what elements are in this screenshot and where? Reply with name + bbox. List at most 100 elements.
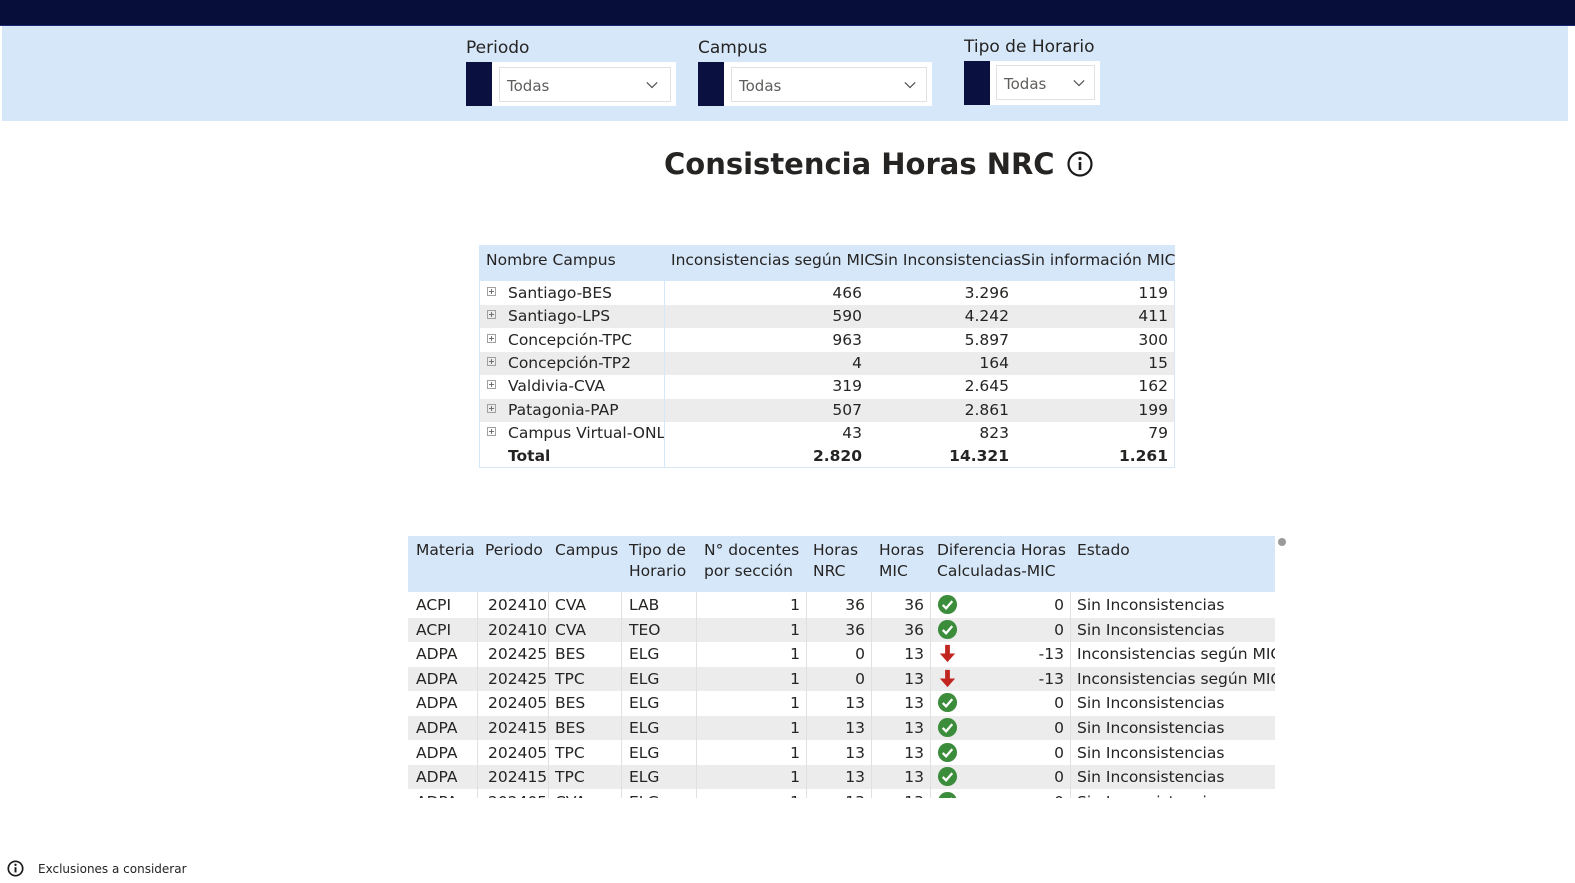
horas-mic-cell: 36 xyxy=(904,620,924,639)
slicer-campus: Campus Todas xyxy=(698,38,932,108)
tipo-cell: ELG xyxy=(629,694,660,713)
column-header[interactable]: Tipo de Horario xyxy=(629,540,699,582)
value-cell: 14.321 xyxy=(949,447,1009,466)
campus-cell: TPC xyxy=(555,743,585,762)
expand-icon[interactable] xyxy=(487,403,496,413)
materia-cell: ADPA xyxy=(416,719,458,737)
campus-name: Santiago-BES xyxy=(508,284,612,302)
diferencia-cell: 0 xyxy=(1054,694,1064,713)
materia-cell: ADPA xyxy=(416,694,458,713)
slicer-accent xyxy=(698,62,724,106)
column-divider xyxy=(664,281,665,468)
matrix-row: Santiago-BES 466 3.296 119 xyxy=(479,282,1175,305)
periodo-dropdown[interactable]: Todas xyxy=(499,67,671,102)
column-divider xyxy=(696,592,697,798)
column-header[interactable]: Inconsistencias según MIC xyxy=(671,251,875,269)
campus-name: Campus Virtual-ONL xyxy=(508,423,666,442)
tipo-cell: ELG xyxy=(629,669,660,688)
value-cell: 4.242 xyxy=(964,307,1009,326)
check-icon xyxy=(937,693,958,713)
table-row: ADPA 202425 TPC ELG 1 0 13 -13 Inconsistencias s… xyxy=(408,666,1275,691)
value-cell: 43 xyxy=(842,423,862,442)
estado-cell: Inconsistencias según MIC xyxy=(1077,669,1275,688)
horas-nrc-cell: 36 xyxy=(845,620,865,639)
down-arrow-icon xyxy=(939,645,956,663)
footer-note[interactable]: Exclusiones a considerar xyxy=(7,860,187,877)
matrix-bottom-border xyxy=(479,467,1175,468)
value-cell: 823 xyxy=(979,423,1009,442)
expand-icon[interactable] xyxy=(487,310,496,320)
docentes-cell: 1 xyxy=(790,719,800,737)
slicer-tipo-horario: Tipo de Horario Todas xyxy=(964,37,1100,107)
expand-icon[interactable] xyxy=(487,333,496,343)
matrix-row: Patagonia-PAP 507 2.861 199 xyxy=(479,398,1175,422)
tipo-horario-dropdown[interactable]: Todas xyxy=(996,65,1095,100)
docentes-cell: 1 xyxy=(698,793,800,798)
value-cell: 963 xyxy=(832,330,862,349)
table-row: ADPA 202415 BES ELG 1 13 13 0 Sin Inconsistencia… xyxy=(408,716,1275,740)
estado-cell: Sin Inconsistencias xyxy=(1077,694,1225,713)
horas-nrc-cell: 13 xyxy=(845,768,865,787)
dropdown-value: Todas xyxy=(1004,75,1047,93)
campus-cell: TPC xyxy=(555,768,585,787)
expand-icon[interactable] xyxy=(487,426,496,436)
expand-icon[interactable] xyxy=(487,287,496,296)
column-header[interactable]: Sin Inconsistencias xyxy=(874,251,1021,269)
value-cell: 164 xyxy=(979,353,1009,372)
column-header[interactable]: Horas MIC xyxy=(879,540,929,582)
value-cell: 199 xyxy=(1138,400,1168,419)
campus-name: Concepción-TP2 xyxy=(508,353,632,372)
column-divider xyxy=(1070,592,1071,798)
column-header[interactable]: Estado xyxy=(1077,540,1130,561)
matrix-row: Valdivia-CVA 319 2.645 162 xyxy=(479,375,1175,398)
top-header-bar xyxy=(0,0,1575,26)
value-cell: 3.296 xyxy=(964,284,1009,302)
docentes-cell: 1 xyxy=(790,669,800,688)
page-title: Consistencia Horas NRC xyxy=(664,147,1055,181)
column-header[interactable]: Campus xyxy=(555,540,618,561)
horas-mic-cell: 36 xyxy=(904,596,924,614)
horas-nrc-cell: 0 xyxy=(855,669,865,688)
campus-dropdown[interactable]: Todas xyxy=(731,67,927,102)
column-divider xyxy=(621,592,622,798)
tipo-cell: ELG xyxy=(629,645,660,664)
periodo-cell: 202415 xyxy=(488,768,548,787)
diferencia-cell: -13 xyxy=(1038,669,1064,688)
info-icon[interactable] xyxy=(7,860,24,877)
matrix-total-row: Total 2.820 14.321 1.261 xyxy=(479,445,1175,468)
column-header[interactable]: Diferencia Horas Calculadas-MIC xyxy=(937,540,1067,582)
column-header[interactable]: Nombre Campus xyxy=(486,251,616,269)
info-icon[interactable] xyxy=(1066,151,1093,177)
value-cell: 411 xyxy=(1138,307,1168,326)
tipo-cell: LAB xyxy=(629,596,660,614)
matrix-row: Campus Virtual-ONL 43 823 79 xyxy=(479,422,1175,445)
column-header[interactable]: Sin información MIC xyxy=(1021,251,1176,269)
horas-nrc-cell: 13 xyxy=(808,793,865,798)
periodo-cell: 202410 xyxy=(488,620,548,639)
table-row: ADPA 202425 BES ELG 1 0 13 -13 Inconsistencias s… xyxy=(408,642,1275,666)
column-header[interactable]: Periodo xyxy=(485,540,543,561)
diferencia-cell: 0 xyxy=(1054,768,1064,787)
scrollbar-thumb[interactable] xyxy=(1278,538,1286,546)
column-divider xyxy=(806,592,807,798)
periodo-cell: 202425 xyxy=(488,645,548,664)
column-header[interactable]: N° docentes por sección xyxy=(704,540,804,582)
tipo-cell: ELG xyxy=(629,768,660,787)
expand-icon[interactable] xyxy=(487,356,496,366)
column-header[interactable]: Horas NRC xyxy=(813,540,863,582)
materia-cell: ADPA xyxy=(416,793,458,798)
materia-cell: ADPA xyxy=(416,645,458,664)
table-row: ACPI 202410 CVA TEO 1 36 36 0 Sin Inconsistencia… xyxy=(408,617,1275,642)
diferencia-cell: 0 xyxy=(1054,620,1064,639)
value-cell: 4 xyxy=(852,353,862,372)
horas-nrc-cell: 13 xyxy=(845,719,865,737)
check-icon xyxy=(937,767,958,787)
column-header[interactable]: Materia xyxy=(416,540,475,561)
periodo-cell: 202405 xyxy=(488,694,548,713)
check-icon xyxy=(937,742,958,762)
expand-icon[interactable] xyxy=(487,380,496,390)
campus-cell: BES xyxy=(555,719,586,737)
materia-cell: ADPA xyxy=(416,768,458,787)
dropdown-value: Todas xyxy=(507,77,550,95)
diferencia-cell: 0 xyxy=(968,793,1064,798)
